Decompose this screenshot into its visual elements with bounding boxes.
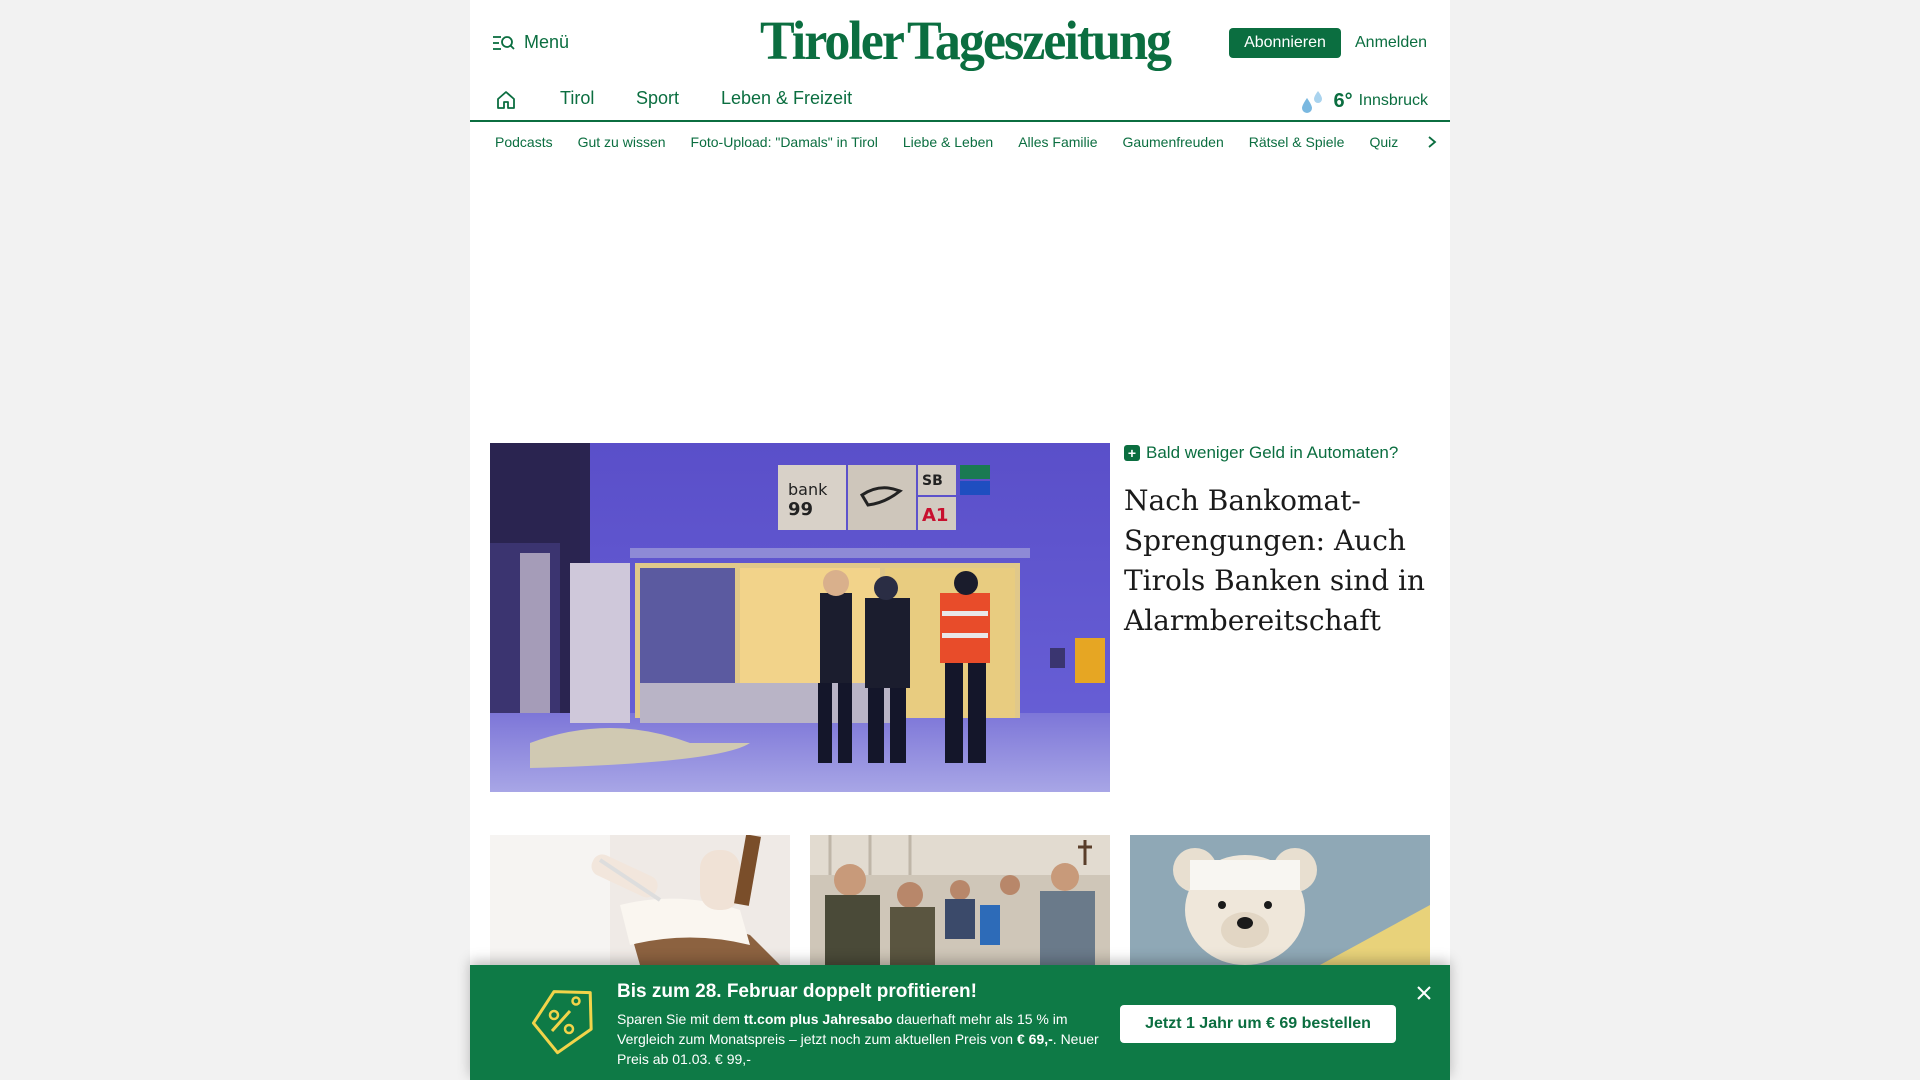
town-meeting-image (810, 835, 1110, 965)
ad-placeholder (470, 165, 1450, 425)
plus-icon: + (1124, 445, 1140, 461)
logo-text-left: Tiroler (760, 11, 905, 72)
main-nav: Tirol Sport Leben & Freizeit 6° Innsbruc… (470, 80, 1450, 122)
promo-order-button[interactable]: Jetzt 1 Jahr um € 69 bestellen (1120, 1005, 1396, 1043)
bank-atm-scene-image: bank 99 SB A1 (490, 443, 1110, 792)
sub-nav-item-podcasts[interactable]: Podcasts (495, 134, 553, 150)
nav-item-leben-freizeit[interactable]: Leben & Freizeit (721, 88, 852, 109)
lead-story-text: + Bald weniger Geld in Automaten? Nach B… (1124, 443, 1434, 641)
login-link[interactable]: Anmelden (1355, 34, 1427, 52)
teaser-image-teddy[interactable] (1130, 835, 1430, 965)
weather-city: Innsbruck (1358, 92, 1428, 109)
menu-search-icon (493, 35, 515, 50)
sub-nav: Podcasts Gut zu wissen Foto-Upload: "Dam… (470, 124, 1450, 160)
site-logo[interactable]: Tiroler Tageszeitung (760, 11, 1172, 72)
chevron-right-icon[interactable] (1424, 132, 1440, 152)
sub-nav-item-gaumenfreuden[interactable]: Gaumenfreuden (1123, 134, 1224, 150)
sub-nav-item-quiz[interactable]: Quiz (1369, 134, 1398, 150)
sub-nav-item-gut-zu-wissen[interactable]: Gut zu wissen (578, 134, 666, 150)
nav-item-tirol[interactable]: Tirol (560, 88, 594, 109)
lead-story-kicker[interactable]: + Bald weniger Geld in Automaten? (1124, 443, 1434, 463)
sign-sb-text: SB (922, 473, 943, 489)
bandaged-teddy-bear-image (1130, 835, 1430, 965)
logo-text-right: Tageszeitung (907, 11, 1172, 72)
promo-body-text-1: Sparen Sie mit dem (617, 1011, 744, 1027)
lead-story-headline[interactable]: Nach Bankomat-Sprengungen: Auch Tirols B… (1124, 481, 1434, 641)
menu-button[interactable]: Menü (492, 32, 569, 53)
sign-bank-text: bank (788, 480, 828, 499)
page: Menü Tiroler Tageszeitung Abonnieren Anm… (470, 0, 1450, 1080)
sub-nav-item-raetsel-spiele[interactable]: Rätsel & Spiele (1249, 134, 1345, 150)
discount-tag-icon (531, 990, 593, 1055)
sub-nav-item-alles-familie[interactable]: Alles Familie (1018, 134, 1097, 150)
sign-a1-text: A1 (922, 505, 948, 526)
sub-nav-item-liebe-leben[interactable]: Liebe & Leben (903, 134, 993, 150)
promo-body: Sparen Sie mit dem tt.com plus Jahresabo… (617, 1009, 1107, 1069)
subscribe-button[interactable]: Abonnieren (1229, 28, 1341, 58)
menu-label: Menü (524, 32, 570, 52)
top-bar: Menü Tiroler Tageszeitung Abonnieren Anm… (470, 0, 1450, 80)
promo-banner: Bis zum 28. Februar doppelt profitieren!… (470, 965, 1450, 1080)
promo-title: Bis zum 28. Februar doppelt profitieren! (617, 981, 977, 1002)
lead-story-kicker-label: Bald weniger Geld in Automaten? (1146, 443, 1399, 462)
promo-body-bold-1: tt.com plus Jahresabo (743, 1011, 893, 1027)
nav-item-sport[interactable]: Sport (636, 88, 679, 109)
writing-notebook-image (490, 835, 790, 965)
sub-nav-item-foto-upload[interactable]: Foto-Upload: "Damals" in Tirol (691, 134, 878, 150)
lead-story-image[interactable]: bank 99 SB A1 (490, 443, 1110, 792)
sign-99-text: 99 (788, 499, 813, 520)
close-icon[interactable] (1414, 983, 1434, 1003)
teaser-image-writing[interactable] (490, 835, 790, 965)
home-icon[interactable] (494, 88, 518, 112)
promo-body-bold-2: € 69,- (1016, 1031, 1053, 1047)
weather-widget[interactable]: 6° Innsbruck (1298, 86, 1428, 116)
teaser-image-meeting[interactable] (810, 835, 1110, 965)
rain-drops-icon (1301, 91, 1322, 113)
weather-temperature: 6° (1333, 89, 1353, 112)
